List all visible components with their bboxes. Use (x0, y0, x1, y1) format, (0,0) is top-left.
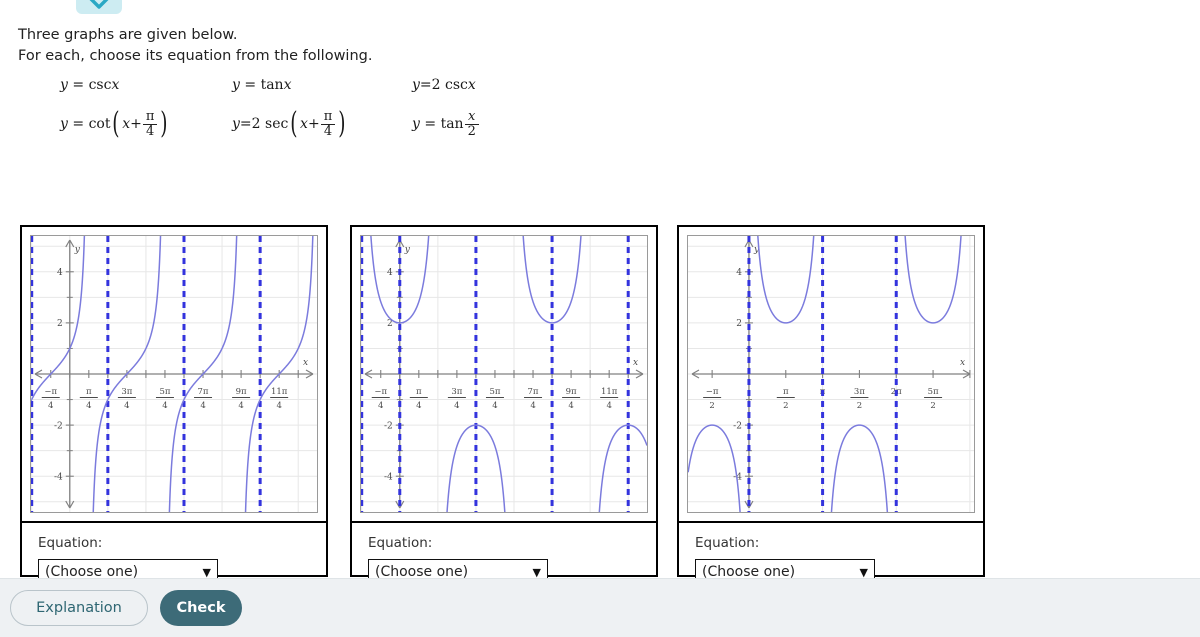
graph-card-2: x y -4 -2 2 4 −π 4 π 4 3π 4 5π 4 7π 4 9π 4 11π 4 Equation: … (350, 225, 658, 585)
svg-text:3π: 3π (451, 387, 462, 397)
svg-text:4: 4 (276, 401, 281, 411)
equation-choice-tan-x-over-2: y = tan x 2 (412, 110, 572, 138)
svg-text:4: 4 (568, 401, 573, 411)
svg-text:4: 4 (200, 401, 205, 411)
svg-text:4: 4 (238, 401, 243, 411)
svg-text:4: 4 (124, 401, 129, 411)
svg-text:-4: -4 (54, 473, 63, 483)
svg-text:4: 4 (736, 268, 742, 278)
svg-text:2: 2 (57, 319, 63, 329)
svg-text:2: 2 (783, 401, 788, 411)
svg-text:x: x (960, 358, 965, 368)
svg-text:4: 4 (606, 401, 611, 411)
svg-text:4: 4 (162, 401, 167, 411)
equation-choice-cot-x-plus-pi-4: y = cot(x + π 4) (60, 106, 168, 142)
svg-text:7π: 7π (198, 387, 209, 397)
graph-card-3: xy-4-224−π2π2π3π22π5π2 Equation: (Choose… (677, 225, 985, 585)
svg-text:4: 4 (492, 401, 497, 411)
svg-text:−π: −π (374, 387, 387, 397)
svg-text:4: 4 (530, 401, 535, 411)
graph-3-plot-area: xy-4-224−π2π2π3π22π5π2 (679, 227, 983, 523)
svg-text:11π: 11π (601, 387, 618, 397)
svg-text:11π: 11π (271, 387, 288, 397)
svg-text:y: y (404, 245, 411, 255)
explanation-button[interactable]: Explanation (10, 590, 148, 626)
graph-1-plot-area: x y -4 -2 2 4 −π 4 π 4 3π 4 5π 4 7π 4 9π 4 11π 4 (22, 227, 326, 523)
svg-text:−π: −π (706, 387, 719, 397)
svg-text:4: 4 (416, 401, 421, 411)
caret-down-icon: ▼ (202, 565, 211, 579)
equation-choice-2csc-x: y = 2 csc x (412, 77, 476, 93)
svg-text:5π: 5π (489, 387, 500, 397)
svg-text:y: y (74, 245, 81, 255)
prompt-text: Three graphs are given below. For each, … (18, 25, 618, 67)
graph-3-answer-area: Equation: (Choose one) ▼ (679, 523, 983, 585)
svg-text:4: 4 (57, 268, 63, 278)
graph-1-plot: x y -4 -2 2 4 −π 4 π 4 3π 4 5π 4 7π 4 9π 4 11π 4 (30, 235, 318, 513)
svg-text:5π: 5π (928, 387, 939, 397)
prompt-line-1: Three graphs are given below. (18, 27, 238, 43)
equation-choice-row-2: y = cot(x + π 4) y = 2 sec(x + π 4) y = tan x 2 (60, 106, 580, 142)
svg-text:-2: -2 (384, 421, 393, 431)
graph-1-equation-label: Equation: (38, 535, 103, 551)
graph-2-plot-area: x y -4 -2 2 4 −π 4 π 4 3π 4 5π 4 7π 4 9π 4 11π 4 (352, 227, 656, 523)
svg-text:-4: -4 (384, 473, 393, 483)
svg-text:4: 4 (387, 268, 393, 278)
svg-text:4: 4 (86, 401, 91, 411)
svg-text:9π: 9π (236, 387, 247, 397)
svg-text:x: x (303, 358, 308, 368)
collapse-chevron-chip[interactable] (76, 0, 122, 14)
svg-text:2: 2 (930, 401, 935, 411)
graph-2-equation-label: Equation: (368, 535, 433, 551)
svg-text:π: π (86, 387, 92, 397)
prompt-line-2: For each, choose its equation from the f… (18, 48, 373, 65)
svg-text:-2: -2 (733, 421, 742, 431)
chevron-down-icon (88, 0, 110, 14)
svg-text:π: π (783, 387, 789, 397)
svg-text:-2: -2 (54, 421, 63, 431)
equation-choice-row-1: y = csc x y = tan x y = 2 csc x (60, 78, 580, 92)
svg-text:−π: −π (44, 387, 57, 397)
check-button[interactable]: Check (160, 590, 242, 626)
equation-choice-2sec-x-plus-pi-4: y = 2 sec(x + π 4) (232, 106, 346, 142)
svg-text:5π: 5π (159, 387, 170, 397)
graph-card-1: x y -4 -2 2 4 −π 4 π 4 3π 4 5π 4 7π 4 9π 4 11π 4 Equation: … (20, 225, 328, 585)
equation-choice-tan-x: y = tan x (232, 77, 292, 93)
svg-text:4: 4 (378, 401, 383, 411)
svg-text:x: x (633, 358, 638, 368)
svg-text:3π: 3π (121, 387, 132, 397)
svg-text:4: 4 (48, 401, 53, 411)
graph-3-equation-label: Equation: (695, 535, 760, 551)
footer-action-bar: Explanation Check (0, 578, 1200, 637)
graph-3-plot: xy-4-224−π2π2π3π22π5π2 (687, 235, 975, 513)
equation-choice-list: y = csc x y = tan x y = 2 csc x y = cot(x + π 4)… (60, 78, 580, 142)
svg-text:4: 4 (454, 401, 459, 411)
svg-text:2: 2 (857, 401, 862, 411)
svg-text:2: 2 (736, 319, 742, 329)
graph-1-answer-area: Equation: (Choose one) ▼ (22, 523, 326, 585)
graph-2-plot: x y -4 -2 2 4 −π 4 π 4 3π 4 5π 4 7π 4 9π 4 11π 4 (360, 235, 648, 513)
svg-text:7π: 7π (528, 387, 539, 397)
caret-down-icon: ▼ (859, 565, 868, 579)
equation-choice-csc-x: y = csc x (60, 77, 120, 93)
svg-text:9π: 9π (566, 387, 577, 397)
svg-text:2: 2 (709, 401, 714, 411)
svg-text:π: π (416, 387, 422, 397)
svg-text:3π: 3π (854, 387, 865, 397)
caret-down-icon: ▼ (532, 565, 541, 579)
graph-2-answer-area: Equation: (Choose one) ▼ (352, 523, 656, 585)
